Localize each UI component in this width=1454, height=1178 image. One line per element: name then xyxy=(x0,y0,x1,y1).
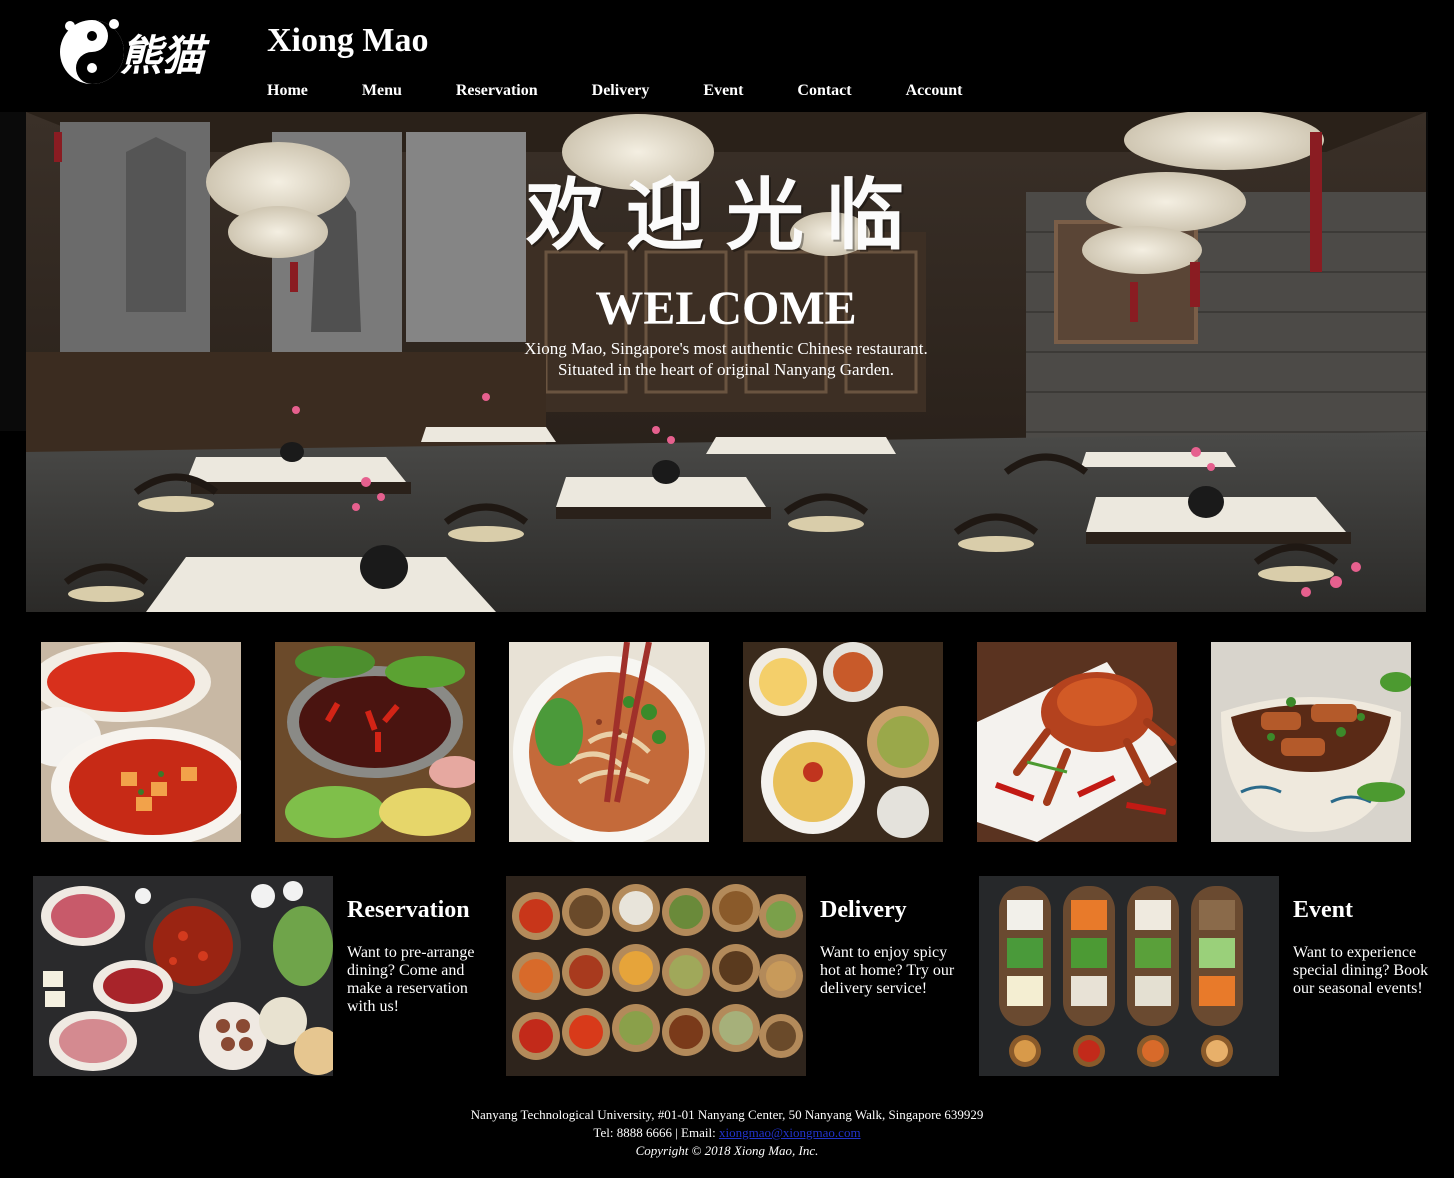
dim-sum-platter-photo[interactable] xyxy=(743,642,943,842)
promo-event-text: Want to experience special dining? Book … xyxy=(1293,944,1429,997)
nav-event[interactable]: Event xyxy=(703,80,743,102)
hero-title: WELCOME xyxy=(595,282,857,335)
promo-delivery: Delivery Want to enjoy spicy hot at home… xyxy=(506,876,956,1076)
promo-delivery-text: Want to enjoy spicy hot at home? Try our… xyxy=(820,944,955,997)
site-header: 熊猫 Xiong Mao Home Menu Reservation Deliv… xyxy=(0,0,1454,112)
promo-event-title[interactable]: Event xyxy=(1293,898,1353,922)
chili-crab-photo[interactable] xyxy=(977,642,1177,842)
promo-reservation: Reservation Want to pre-arrange dining? … xyxy=(33,876,483,1076)
hot-pot-spread-photo[interactable] xyxy=(33,876,333,1076)
logo[interactable]: 熊猫 xyxy=(56,12,220,86)
promo-delivery-title[interactable]: Delivery xyxy=(820,898,907,922)
logo-text: 熊猫 xyxy=(120,31,210,80)
nav-home[interactable]: Home xyxy=(267,80,308,102)
hero-subtitle-line-2: Situated in the heart of original Nanyan… xyxy=(557,360,895,379)
vegetable-trays-photo[interactable] xyxy=(979,876,1279,1076)
footer-tel: Tel: 8888 6666 | Email: xyxy=(593,1125,719,1140)
braised-eggplant-photo[interactable] xyxy=(1211,642,1411,842)
panda-logo-icon: 熊猫 xyxy=(60,19,210,84)
mapo-tofu-photo[interactable] xyxy=(41,642,241,842)
brand-title: Xiong Mao xyxy=(267,22,429,59)
footer-address: Nanyang Technological University, #01-01… xyxy=(470,1107,984,1122)
promo-reservation-title[interactable]: Reservation xyxy=(347,898,470,922)
nav-reservation[interactable]: Reservation xyxy=(456,80,538,102)
footer-email-link[interactable]: xiongmao@xiongmao.com xyxy=(719,1125,861,1140)
hero-subtitle: Xiong Mao, Singapore's most authentic Ch… xyxy=(26,338,1426,380)
promo-event: Event Want to experience special dining?… xyxy=(979,876,1429,1076)
promo-reservation-text: Want to pre-arrange dining? Come and mak… xyxy=(347,944,475,1015)
dish-gallery xyxy=(41,642,1411,842)
noodle-bowl-photo[interactable] xyxy=(509,642,709,842)
footer-contact: Tel: 8888 6666 | Email: xiongmao@xiongma… xyxy=(0,1124,1454,1142)
hero-subtitle-line-1: Xiong Mao, Singapore's most authentic Ch… xyxy=(524,339,928,358)
footer-copyright: Copyright © 2018 Xiong Mao, Inc. xyxy=(635,1143,819,1158)
nav-account[interactable]: Account xyxy=(906,80,963,102)
nav-menu[interactable]: Menu xyxy=(362,80,402,102)
hero-chinese-welcome: 欢迎光临 xyxy=(525,171,926,261)
spices-photo[interactable] xyxy=(506,876,806,1076)
nav-contact[interactable]: Contact xyxy=(797,80,851,102)
site-footer: Nanyang Technological University, #01-01… xyxy=(0,1106,1454,1160)
main-nav: Home Menu Reservation Delivery Event Con… xyxy=(267,80,963,102)
hot-pot-photo[interactable] xyxy=(275,642,475,842)
hero-banner: 欢迎光临 WELCOME Xiong Mao, Singapore's most… xyxy=(26,112,1426,612)
nav-delivery[interactable]: Delivery xyxy=(592,80,650,102)
